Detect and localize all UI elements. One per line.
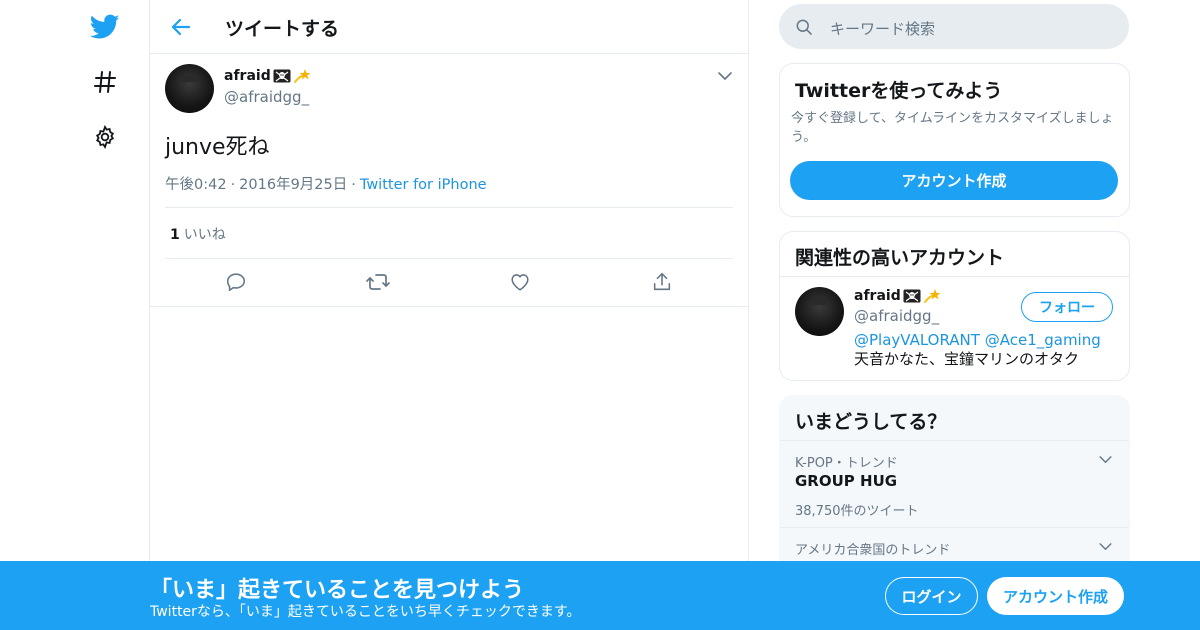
search-icon (793, 16, 815, 38)
divider (780, 527, 1129, 528)
page-title: ツイートする (225, 18, 340, 40)
bottom-signup-bar: 「いま」起きていることを見つけよう Twitterなら、「いま」起きていることを… (0, 561, 1200, 630)
chevron-down-icon[interactable] (1096, 540, 1114, 554)
hashtag-icon[interactable] (88, 65, 122, 99)
tweet-date[interactable]: 2016年9月25日 (239, 177, 347, 193)
user-handle[interactable]: @afraidgg_ (224, 88, 309, 106)
main-column: ツイートする afraid @afraidgg_ junve死ね 午後0:42 ·… (150, 0, 749, 630)
related-user-name-text: afraid (854, 288, 901, 304)
search-box[interactable]: キーワード検索 (779, 4, 1129, 49)
signup-card: Twitterを使ってみよう 今すぐ登録して、タイムラインをカスタマイズしましょ… (779, 63, 1130, 217)
tweet-actions (150, 258, 748, 306)
signup-card-title: Twitterを使ってみよう (795, 80, 1003, 102)
related-user-name[interactable]: afraid (854, 288, 941, 304)
tweet: afraid @afraidgg_ junve死ね 午後0:42 · 2016年9月… (150, 54, 748, 307)
user-name-text: afraid (224, 68, 271, 84)
tweet-time[interactable]: 午後0:42 (165, 177, 227, 193)
left-nav (0, 0, 150, 630)
pirate-flag-icon (273, 69, 291, 83)
pirate-flag-icon (903, 289, 921, 303)
bottom-bar-subtitle: Twitterなら、「いま」起きていることをいち早くチェックできます。 (150, 604, 581, 620)
mention-link[interactable]: @PlayVALORANT (854, 331, 980, 349)
trend-context: アメリカ合衆国のトレンド (795, 543, 951, 558)
mention-link[interactable]: @Ace1_gaming (985, 331, 1101, 349)
twitter-bird-icon[interactable] (88, 10, 122, 44)
share-icon[interactable] (650, 270, 674, 294)
bio-text: 天音かなた、宝鐘マリンのオタク (854, 350, 1080, 368)
trends-card-title: いまどうしてる？ (795, 411, 947, 433)
like-count-number: 1 (170, 227, 180, 243)
divider (780, 440, 1129, 441)
sparkle-star-icon (293, 68, 311, 84)
follow-button[interactable]: フォロー (1021, 292, 1113, 322)
related-card-title: 関連性の高いアカウント (795, 247, 1005, 269)
chevron-down-icon[interactable] (1096, 453, 1114, 467)
like-count-label: いいね (183, 227, 226, 243)
login-button[interactable]: ログイン (885, 577, 978, 615)
signup-card-description: 今すぐ登録して、タイムラインをカスタマイズしましょう。 (791, 111, 1114, 145)
avatar[interactable] (165, 64, 214, 113)
bottom-bar-title: 「いま」起きていることを見つけよう (150, 578, 525, 603)
meta-separator: · (230, 177, 236, 193)
reply-icon[interactable] (224, 270, 248, 294)
back-arrow-icon[interactable] (166, 12, 196, 42)
tweet-text: junve死ね (165, 135, 270, 160)
tweet-stats: 1 いいね (165, 207, 733, 259)
trends-card: いまどうしてる？ K-POP・トレンド GROUP HUG 38,750件のツイ… (779, 395, 1130, 587)
sparkle-star-icon (923, 288, 941, 304)
chevron-down-icon[interactable] (716, 68, 734, 84)
gear-icon[interactable] (88, 120, 122, 154)
retweet-icon[interactable] (366, 270, 390, 294)
related-user-handle[interactable]: @afraidgg_ (854, 307, 939, 325)
trend-count: 38,750件のツイート (795, 504, 919, 519)
signup-button[interactable]: アカウント作成 (987, 577, 1124, 615)
search-input[interactable]: キーワード検索 (830, 18, 935, 39)
like-icon[interactable] (508, 270, 532, 294)
related-accounts-card: 関連性の高いアカウント afraid @afraidgg_ フォロー @Play… (779, 231, 1130, 381)
tweet-source-link[interactable]: Twitter for iPhone (360, 177, 487, 193)
divider (780, 276, 1129, 277)
create-account-button[interactable]: アカウント作成 (790, 161, 1118, 200)
avatar[interactable] (795, 287, 844, 336)
tweet-meta: 午後0:42 · 2016年9月25日 · Twitter for iPhone (165, 173, 487, 194)
trend-context: K-POP・トレンド (795, 456, 898, 471)
user-name[interactable]: afraid (224, 68, 311, 84)
trend-name: GROUP HUG (795, 472, 898, 490)
related-user-bio: @PlayVALORANT @Ace1_gaming 天音かなた、宝鐘マリンのオ… (854, 331, 1114, 369)
like-count[interactable]: 1 いいね (170, 224, 226, 244)
main-header: ツイートする (150, 0, 748, 54)
meta-separator: · (351, 177, 356, 193)
